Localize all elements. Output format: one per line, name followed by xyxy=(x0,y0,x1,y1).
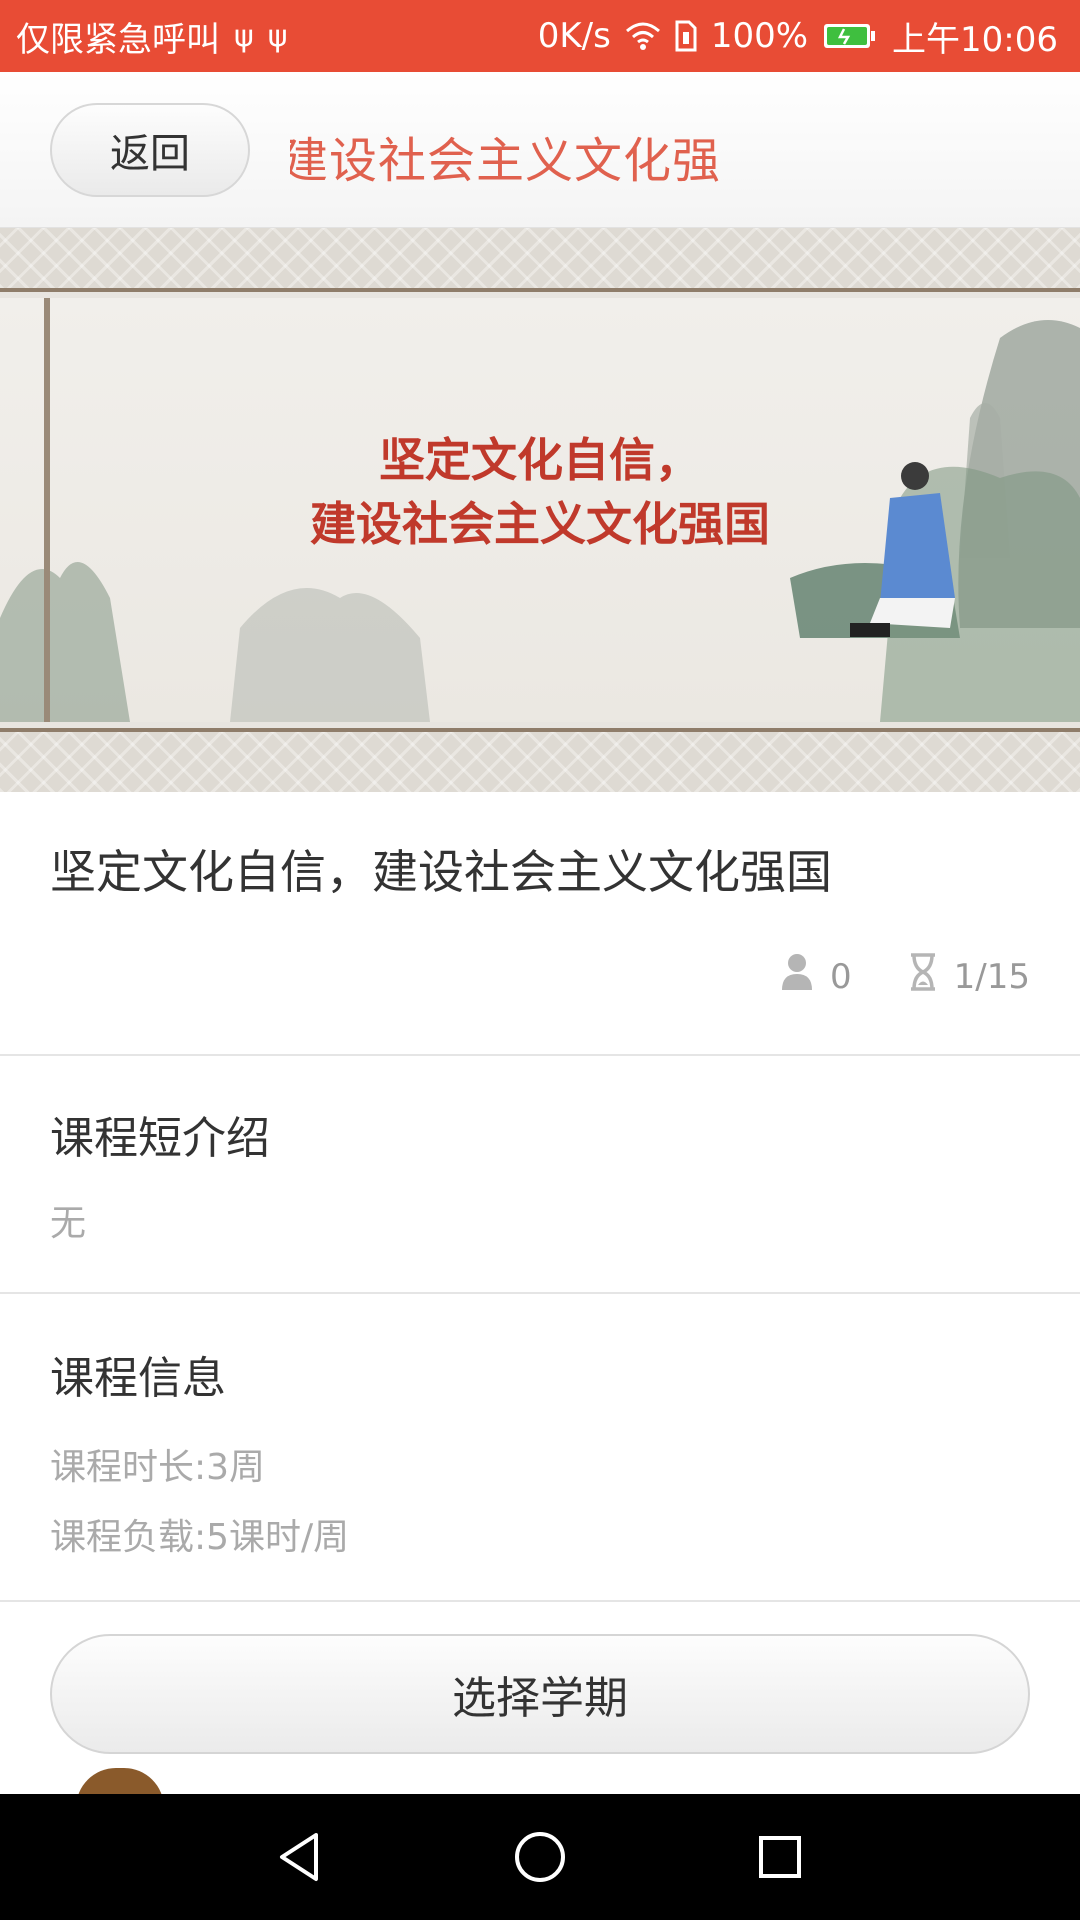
banner-title-line1: 坚定文化自信， xyxy=(379,433,701,487)
back-button[interactable]: 返回 xyxy=(50,102,250,197)
course-banner: 坚定文化自信， 建设社会主义文化强国 xyxy=(0,228,1080,792)
course-load: 课程负载:5课时/周 xyxy=(50,1517,350,1558)
clock: 上午10:06 xyxy=(892,19,1058,60)
course-stats: 0 1/15 xyxy=(780,952,1030,1001)
system-nav-bar xyxy=(0,1794,1080,1920)
usb-icon: ψ xyxy=(267,18,288,54)
battery-icon xyxy=(822,21,878,51)
info-heading: 课程信息 xyxy=(50,1353,226,1404)
status-bar: 仅限紧急呼叫 ψ ψ 0K/s 100% 上午10:06 xyxy=(0,0,1080,72)
intro-heading: 课程短介绍 xyxy=(50,1113,270,1164)
course-info-section: 课程信息 课程时长:3周 课程负载:5课时/周 xyxy=(0,1294,1080,1602)
page-title: 建设社会主义文化强 xyxy=(290,132,722,185)
sim-icon xyxy=(675,20,697,52)
status-left: 仅限紧急呼叫 ψ ψ xyxy=(16,12,288,61)
back-triangle-icon[interactable] xyxy=(260,1817,340,1897)
progress-count: 1/15 xyxy=(953,956,1030,997)
banner-title: 坚定文化自信， 建设社会主义文化强国 xyxy=(0,428,1080,556)
intro-text: 无 xyxy=(50,1203,87,1244)
wifi-icon xyxy=(625,21,661,51)
course-intro-section: 课程短介绍 无 xyxy=(0,1056,1080,1294)
net-speed: 0K/s xyxy=(537,16,611,56)
nav-bar: 返回 建设社会主义文化强 xyxy=(0,72,1080,228)
battery-percent: 100% xyxy=(710,16,809,56)
banner-pattern-bottom xyxy=(0,728,1080,792)
status-right: 0K/s 100% 上午10:06 xyxy=(538,12,1058,61)
person-icon xyxy=(780,952,814,1001)
home-circle-icon[interactable] xyxy=(500,1817,580,1897)
recents-square-icon[interactable] xyxy=(740,1817,820,1897)
course-title: 坚定文化自信，建设社会主义文化强国 xyxy=(50,845,832,899)
banner-title-line2: 建设社会主义文化强国 xyxy=(310,497,770,551)
usb-icon: ψ xyxy=(234,18,254,54)
hourglass-icon xyxy=(908,952,938,1001)
learner-count: 0 xyxy=(830,956,852,997)
select-term-button[interactable]: 选择学期 xyxy=(50,1634,1030,1754)
course-header: 坚定文化自信，建设社会主义文化强国 0 1/15 xyxy=(0,792,1080,1056)
banner-pattern-top xyxy=(0,228,1080,292)
carrier-text: 仅限紧急呼叫 xyxy=(16,19,220,60)
course-duration: 课程时长:3周 xyxy=(50,1447,266,1488)
nav-title-container: 建设社会主义文化强 xyxy=(290,115,1050,185)
